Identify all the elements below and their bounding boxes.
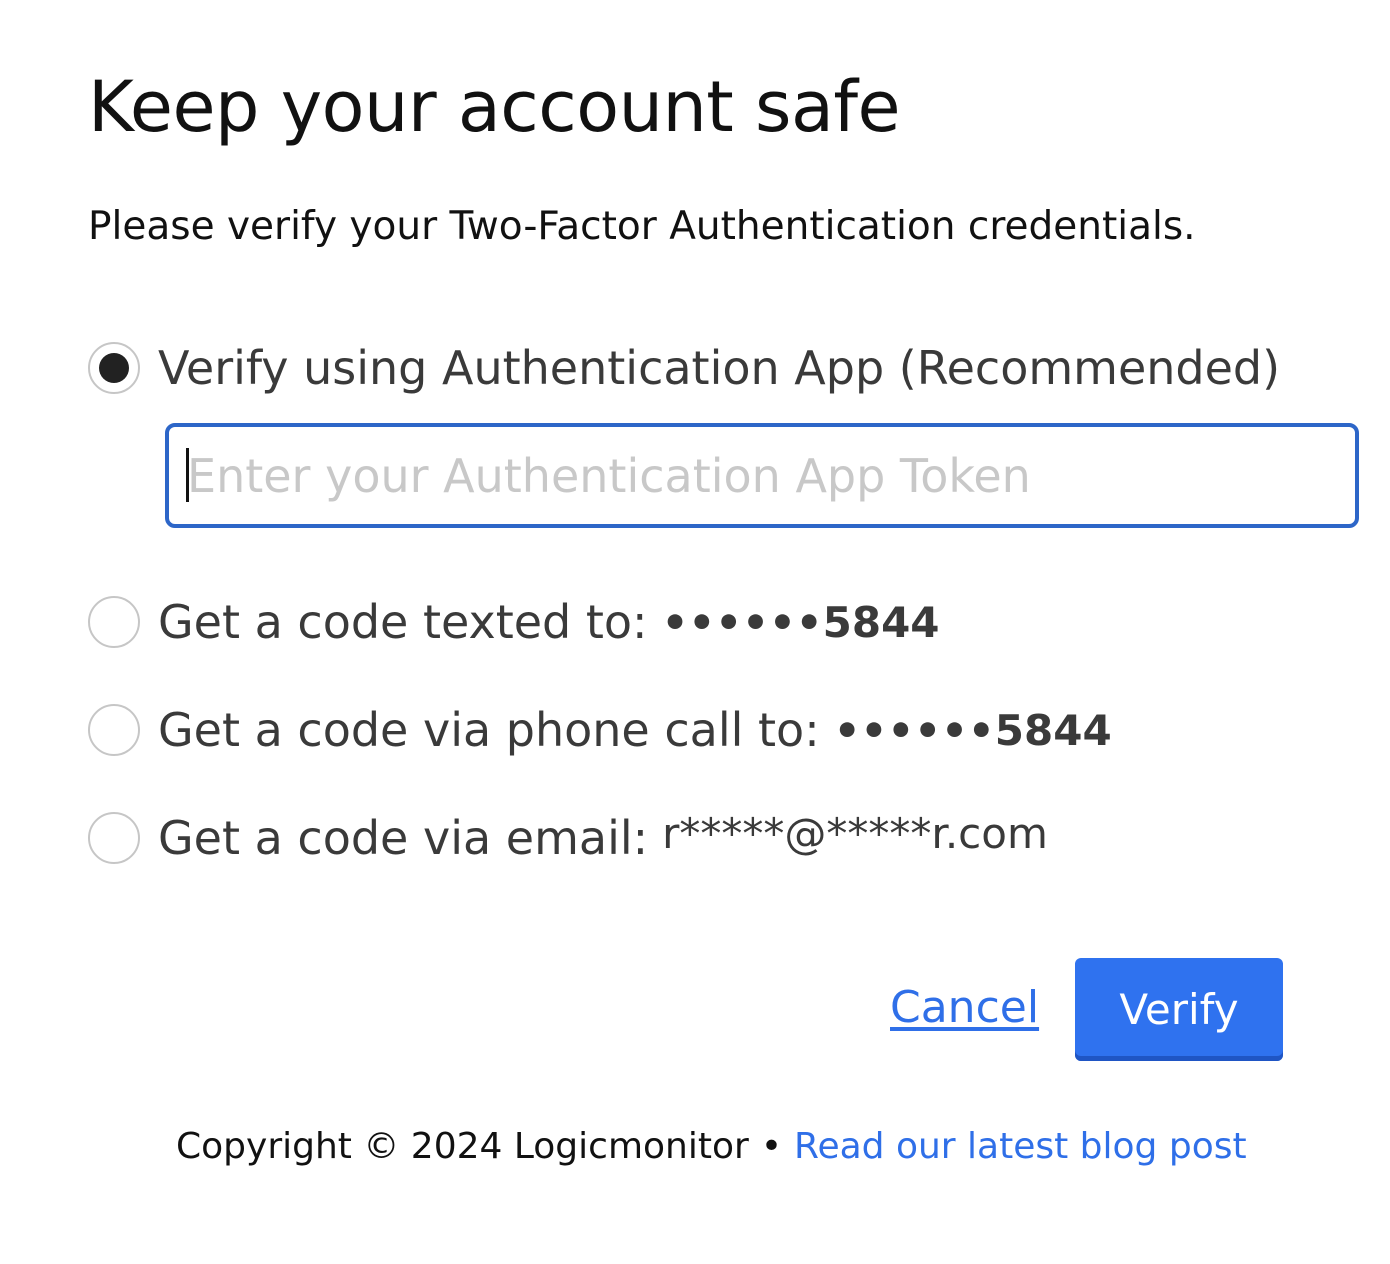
option-email-value: r*****@*****r.com — [662, 808, 1048, 858]
radio-sms[interactable] — [88, 596, 140, 648]
option-phone-call[interactable]: Get a code via phone call to: ••••••5844 — [88, 700, 1112, 760]
option-email[interactable]: Get a code via email: r*****@*****r.com — [88, 808, 1048, 868]
two-factor-page: Keep your account safe Please verify you… — [0, 0, 1390, 1264]
option-sms-value: ••••••5844 — [661, 597, 940, 647]
option-sms-label: Get a code texted to: — [158, 595, 648, 649]
radio-email[interactable] — [88, 812, 140, 864]
option-auth-app[interactable]: Verify using Authentication App (Recomme… — [88, 338, 1280, 398]
footer-separator: • — [760, 1126, 783, 1167]
cancel-link[interactable]: Cancel — [890, 982, 1039, 1033]
blog-post-link[interactable]: Read our latest blog post — [794, 1126, 1247, 1167]
copyright-text: Copyright © 2024 Logicmonitor — [176, 1126, 749, 1167]
radio-auth-app[interactable] — [88, 342, 140, 394]
option-phone-call-value: ••••••5844 — [833, 705, 1112, 755]
text-caret — [186, 448, 189, 502]
page-subtitle: Please verify your Two-Factor Authentica… — [88, 204, 1196, 249]
option-email-label: Get a code via email: — [158, 811, 649, 865]
auth-token-input[interactable] — [165, 423, 1359, 528]
page-title: Keep your account safe — [88, 66, 901, 148]
verify-button[interactable]: Verify — [1075, 958, 1283, 1061]
radio-phone-call[interactable] — [88, 704, 140, 756]
option-sms[interactable]: Get a code texted to: ••••••5844 — [88, 592, 940, 652]
option-phone-call-label: Get a code via phone call to: — [158, 703, 820, 757]
radio-selected-dot — [99, 353, 129, 383]
option-auth-app-label: Verify using Authentication App (Recomme… — [158, 341, 1281, 395]
footer: Copyright © 2024 Logicmonitor • Read our l… — [176, 1126, 1247, 1167]
